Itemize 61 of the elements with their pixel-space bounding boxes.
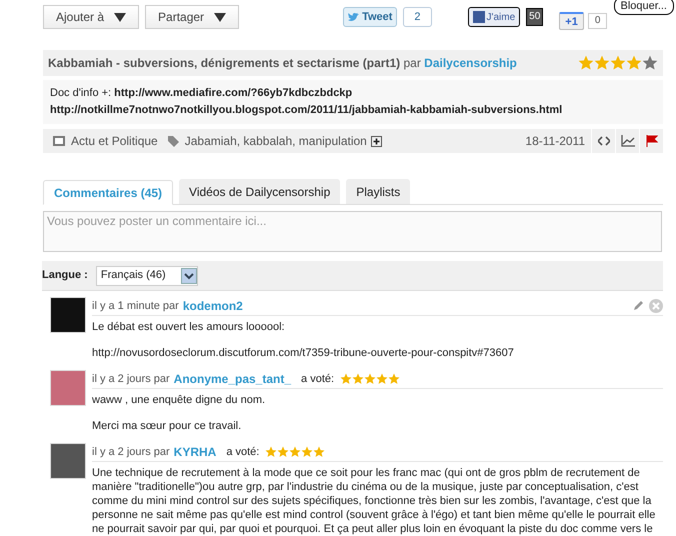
star-icon [277,446,290,458]
author-link[interactable]: kodemon2 [182,297,243,315]
comment-field[interactable]: Vous pouvez poster un commentaire ici... [43,211,662,252]
star-icon [340,373,352,385]
video-title: Kabbamiah - subversions, dénigrements et sectarisme (part1) par Dailycensorship [48,55,517,72]
tooltip: Bloquer... [614,0,674,15]
star-icon [376,373,388,385]
tweet-count: 2 [403,7,432,27]
caret-icon [114,12,126,22]
description-text: http://notkillme7notnwo7notkillyou.blogspot.com/2011/11/jabbamiah-kabbamiah-subversions.html [50,103,564,118]
edit-icon[interactable] [633,299,645,311]
star-icon [388,373,400,385]
star-icon [610,55,626,71]
comment-text: http://novusordoseclorum.discutforum.com/t7359-tribune-ouverte-pour-conspitv#73607 [92,346,515,360]
dropdown-icon [180,268,197,284]
tags-text: Jabamiah, kabbalah, manipulation [184,133,367,150]
star-icon [313,446,326,458]
plusone-count: 0 [588,13,608,29]
comment-text: Une technique de recrutement à la mode que ce soit pour les franc mac (qui ont de gros pblm de recrutement de manière "traditionelle")ou autre grp, par l'industrie du cinéma ou de la musique, juste par conceptualisation, c'est comme du mini mind control sur des sujets spécifiques, fonctionne très bien sur les zombis, l'avantage, c'est que la personne ne sait même pas qu'elle est mind control (souvent grâce à l'égo) et tant bien même qu'elle le pourrait elle ne pourrait savoir par qui, par quoi et pourquoi. Et ça peut aller plus loin en évoquant la piste du doc comme vers le [92,466,656,536]
date-text: 18-11-2011 [525,133,585,150]
comment-meta: il y a 1 minute par [92,298,179,314]
avatar-placeholder [50,370,86,406]
star-icon [642,55,658,71]
tweet-button[interactable]: Tweet [343,7,398,27]
star-icon [594,55,610,71]
author-link[interactable]: KYRHA [174,443,216,461]
category-text: Actu et Politique [71,133,158,150]
tag-icon [168,136,179,146]
dropdown-button[interactable]: Ajouter à [43,5,140,29]
vote-label: a voté: [301,372,334,387]
plus-icon [370,136,382,146]
dropdown-button[interactable]: Partager [145,5,240,29]
bird-icon [348,12,360,22]
like-button[interactable]: J'aime [468,7,520,27]
language-select[interactable]: Français (46) [96,266,198,286]
star-icon [626,55,642,71]
caret-icon [214,12,226,22]
language-label: Langue : [42,268,88,284]
star-icon [364,373,376,385]
author-link[interactable]: Anonyme_pas_tant_ [174,370,292,388]
like-count: 50 [526,8,544,26]
tab[interactable]: Vidéos de Dailycensorship [179,179,340,204]
avatar-placeholder [50,297,86,333]
description-text: Doc d'info +: http://www.mediafire.com/?66yb7kdbczbdckp [50,86,354,101]
plusone-button[interactable]: +1 [559,12,584,30]
comment-meta: il y a 2 jours par [92,444,170,460]
avatar-placeholder [50,443,86,479]
star-icon [289,446,302,458]
comment-text: Merci ma sœur pour ce travail. [92,419,242,433]
star-icon [265,446,278,458]
star-icon [578,55,594,71]
tab[interactable]: Playlists [346,179,410,204]
comment-text: waww , une enquête digne du nom. [92,393,266,407]
comment-text: Le débat est ouvert les amours loooool: [92,320,286,334]
comment-meta: il y a 2 jours par [92,372,170,387]
vote-label: a voté: [226,444,260,460]
author-link[interactable]: Dailycensorship [424,56,517,70]
category-icon [53,136,65,146]
star-icon [352,373,364,385]
star-icon [301,446,314,458]
tab[interactable]: Commentaires (45) [43,180,174,205]
